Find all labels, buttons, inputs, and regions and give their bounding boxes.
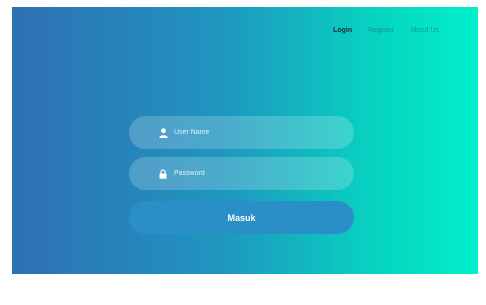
password-input[interactable] — [174, 170, 324, 177]
nav-about-link[interactable]: About Us — [410, 27, 439, 34]
top-nav: Login Register About Us — [333, 27, 439, 34]
username-field[interactable] — [129, 116, 354, 149]
login-page: Login Register About Us Masuk — [12, 7, 478, 274]
nav-register-link[interactable]: Register — [368, 27, 394, 34]
user-icon — [158, 127, 168, 139]
masuk-button[interactable]: Masuk — [129, 201, 354, 234]
nav-login-link[interactable]: Login — [333, 27, 352, 34]
lock-icon — [158, 168, 168, 180]
password-field[interactable] — [129, 157, 354, 190]
username-input[interactable] — [174, 129, 324, 136]
